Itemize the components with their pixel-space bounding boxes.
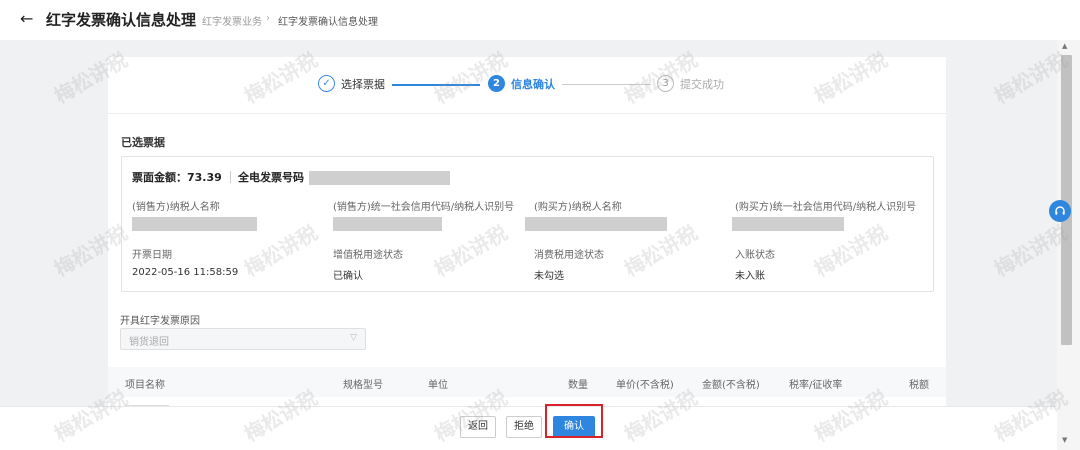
- invoice-amount: 票面金额：73.39: [132, 171, 222, 184]
- consumption-tax-status-value: 未勾选: [534, 271, 564, 282]
- redacted-seller-name: [132, 217, 257, 231]
- col-item-name: 项目名称: [125, 380, 165, 391]
- stepper: ✓ 选择票据 2 信息确认 3 提交成功: [108, 73, 946, 97]
- confirm-highlight-box: [545, 404, 603, 438]
- divider: [108, 113, 946, 114]
- reason-value: 销货退回: [129, 337, 169, 348]
- breadcrumb-item-red-invoice[interactable]: 红字发票业务: [202, 13, 262, 28]
- items-table-header: 项目名称 规格型号 单位 数量 单价(不含税) 金额(不含税) 税率/征收率 税…: [108, 367, 946, 397]
- step-connector-2: [562, 84, 650, 85]
- scroll-up-icon[interactable]: ▲: [1062, 42, 1067, 50]
- footer-actions: 返回 拒绝 确认: [0, 406, 1057, 450]
- redacted-invoice-number: [309, 171, 450, 185]
- page-title: 红字发票确认信息处理: [46, 11, 197, 29]
- col-quantity: 数量: [568, 380, 588, 391]
- chevron-down-icon: ▽: [350, 333, 357, 343]
- invoice-info-box: 票面金额：73.39 全电发票号码 (销售方)纳税人名称 (销售方)统一社会信用…: [121, 156, 934, 292]
- invoice-number-label: 全电发票号码: [238, 171, 304, 184]
- seller-name-label: (销售方)纳税人名称: [132, 202, 220, 213]
- buyer-tax-id-label: (购买方)统一社会信用代码/纳税人识别号: [735, 202, 917, 213]
- vat-status-label: 增值税用途状态: [333, 250, 403, 261]
- headset-icon[interactable]: [1049, 200, 1071, 222]
- redacted-seller-tax-id: [333, 217, 442, 231]
- step-1-label: 选择票据: [341, 78, 385, 91]
- breadcrumb-item-current: 红字发票确认信息处理: [278, 17, 378, 28]
- main-card: ✓ 选择票据 2 信息确认 3 提交成功 已选票据 票面金额：73.39 全电发…: [108, 57, 946, 417]
- col-tax: 税额: [909, 380, 929, 391]
- col-unit-price: 单价(不含税): [616, 380, 674, 391]
- headset-icon-svg: [1055, 206, 1065, 215]
- reject-button[interactable]: 拒绝: [506, 416, 542, 438]
- reason-select[interactable]: 销货退回 ▽: [120, 328, 366, 350]
- redacted-buyer-tax-id: [732, 217, 844, 231]
- col-amount: 金额(不含税): [702, 380, 760, 391]
- col-unit: 单位: [428, 380, 448, 391]
- issue-date-value: 2022-05-16 11:58:59: [132, 267, 239, 278]
- step-2-number: 2: [488, 75, 505, 92]
- step-3-label: 提交成功: [680, 78, 724, 91]
- back-button[interactable]: 返回: [460, 416, 496, 438]
- step-2-label: 信息确认: [511, 78, 555, 91]
- redacted-buyer-name: [525, 217, 667, 231]
- col-spec: 规格型号: [343, 380, 383, 391]
- scroll-down-icon[interactable]: ▼: [1062, 436, 1067, 444]
- buyer-name-label: (购买方)纳税人名称: [534, 202, 622, 213]
- vat-status-value: 已确认: [333, 271, 363, 282]
- step-connector-1: [392, 84, 480, 86]
- selected-invoices-title: 已选票据: [121, 136, 165, 149]
- top-bar: ← 红字发票确认信息处理 红字发票业务 › 红字发票确认信息处理: [0, 0, 1080, 40]
- step-3-number: 3: [657, 75, 674, 92]
- breadcrumb-separator-icon: ›: [266, 13, 270, 24]
- back-arrow-icon[interactable]: ←: [20, 9, 33, 28]
- issue-date-label: 开票日期: [132, 250, 172, 261]
- seller-tax-id-label: (销售方)统一社会信用代码/纳税人识别号: [333, 202, 515, 213]
- accounting-status-value: 未入账: [735, 271, 765, 282]
- accounting-status-label: 入账状态: [735, 250, 775, 261]
- col-tax-rate: 税率/征收率: [789, 380, 843, 391]
- consumption-tax-status-label: 消费税用途状态: [534, 250, 604, 261]
- reason-label: 开具红字发票原因: [120, 316, 200, 327]
- divider: [230, 171, 231, 183]
- step-1-check-icon: ✓: [318, 75, 335, 92]
